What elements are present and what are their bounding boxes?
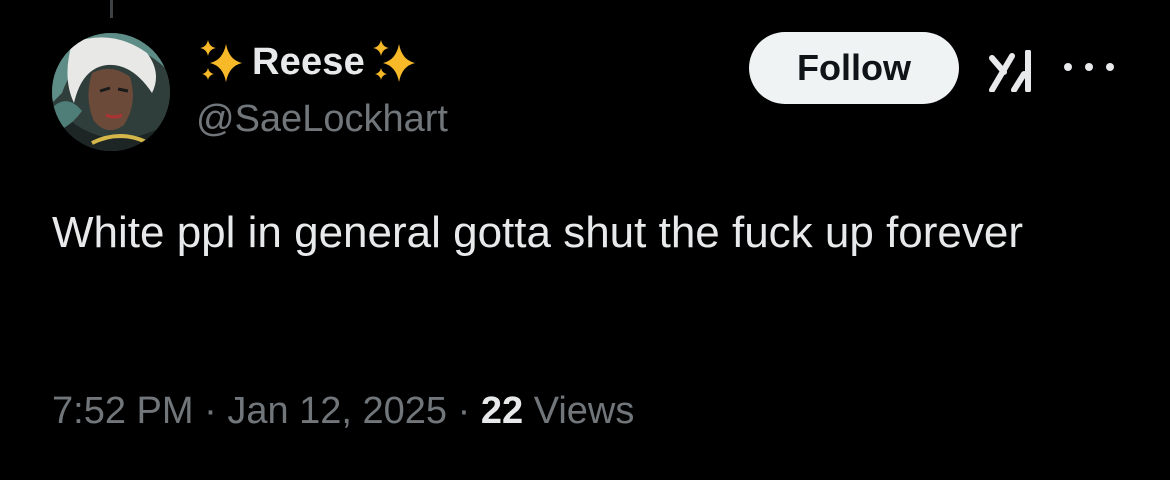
dot	[1106, 63, 1114, 71]
tweet-date[interactable]: Jan 12, 2025	[227, 390, 447, 432]
thread-line	[110, 0, 113, 18]
avatar[interactable]	[52, 33, 170, 151]
separator: ·	[457, 390, 471, 432]
sparkles-icon	[372, 40, 415, 82]
tweet-text: White ppl in general gotta shut the fuck…	[52, 208, 1024, 257]
follow-button[interactable]: Follow	[749, 32, 959, 104]
tweet-time[interactable]: 7:52 PM	[52, 390, 194, 432]
grok-icon[interactable]	[988, 50, 1036, 92]
author-name-row[interactable]: Reese	[196, 36, 421, 88]
sparkles-icon	[200, 40, 242, 82]
author-handle[interactable]: @SaeLockhart	[196, 98, 448, 141]
views-label[interactable]: Views	[534, 390, 635, 432]
views-count[interactable]: 22	[481, 390, 523, 432]
separator: ·	[204, 390, 217, 432]
more-options-icon[interactable]	[1064, 52, 1114, 82]
tweet-detail: Reese @SaeLockhart Follow White ppl in g…	[0, 0, 1170, 480]
dot	[1064, 63, 1072, 71]
display-name[interactable]: Reese	[252, 41, 365, 84]
tweet-metadata: 7:52 PM · Jan 12, 2025 · 22 Views	[52, 390, 634, 433]
dot	[1085, 63, 1093, 71]
